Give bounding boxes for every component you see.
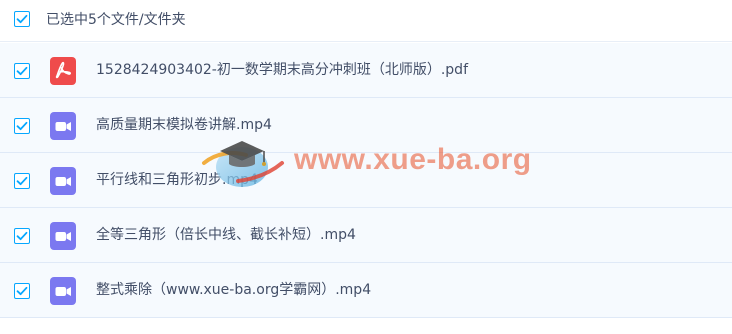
checkmark-icon <box>16 176 28 186</box>
selection-header: 已选中5个文件/文件夹 <box>0 0 732 42</box>
checkmark-icon <box>16 14 28 24</box>
file-checkbox[interactable] <box>14 228 30 244</box>
file-name[interactable]: 平行线和三角形初步.mp4 <box>96 169 258 191</box>
checkmark-icon <box>16 286 28 296</box>
video-icon <box>50 167 76 195</box>
file-name[interactable]: 整式乘除（www.xue-ba.org学霸网）.mp4 <box>96 279 371 301</box>
file-row[interactable]: 整式乘除（www.xue-ba.org学霸网）.mp4 <box>0 263 732 318</box>
video-icon <box>50 112 76 140</box>
select-all-checkbox[interactable] <box>14 11 30 27</box>
file-checkbox[interactable] <box>14 283 30 299</box>
file-row[interactable]: 全等三角形（倍长中线、截长补短）.mp4 <box>0 208 732 263</box>
selection-count-label: 已选中5个文件/文件夹 <box>46 12 186 28</box>
file-selection-panel: 已选中5个文件/文件夹 1528424903402-初一数学期末高分冲刺班（北师… <box>0 0 732 334</box>
file-row[interactable]: 平行线和三角形初步.mp4 <box>0 153 732 208</box>
pdf-icon <box>50 57 76 85</box>
file-checkbox[interactable] <box>14 173 30 189</box>
video-icon <box>50 222 76 250</box>
checkmark-icon <box>16 121 28 131</box>
file-name[interactable]: 1528424903402-初一数学期末高分冲刺班（北师版）.pdf <box>96 59 468 81</box>
checkmark-icon <box>16 66 28 76</box>
checkmark-icon <box>16 231 28 241</box>
file-checkbox[interactable] <box>14 63 30 79</box>
video-icon <box>50 277 76 305</box>
file-name[interactable]: 全等三角形（倍长中线、截长补短）.mp4 <box>96 224 356 246</box>
file-row[interactable]: 高质量期末模拟卷讲解.mp4 <box>0 98 732 153</box>
file-checkbox[interactable] <box>14 118 30 134</box>
file-list: 1528424903402-初一数学期末高分冲刺班（北师版）.pdf 高质量期末… <box>0 43 732 318</box>
file-row[interactable]: 1528424903402-初一数学期末高分冲刺班（北师版）.pdf <box>0 43 732 98</box>
file-name[interactable]: 高质量期末模拟卷讲解.mp4 <box>96 114 272 136</box>
